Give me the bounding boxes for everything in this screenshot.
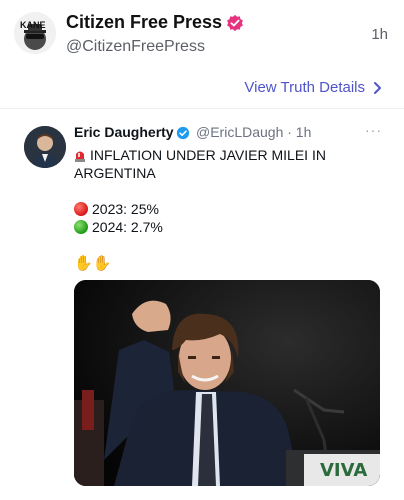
author-avatar[interactable]: KANE <box>14 12 56 54</box>
more-options-icon[interactable]: ··· <box>365 122 382 138</box>
clapping-hands-icon: ✋ <box>74 255 93 272</box>
stat-2024: 2024: 2.7% <box>74 218 163 236</box>
author-name[interactable]: Citizen Free Press <box>66 12 222 33</box>
avatar-logo-text: KANE <box>20 20 46 30</box>
view-details-label: View Truth Details <box>244 79 365 96</box>
stat-2023: 2023: 25% <box>74 200 159 218</box>
view-details-link[interactable]: View Truth Details <box>244 79 382 96</box>
stat-2023-text: 2023: 25% <box>92 201 159 217</box>
verified-badge-icon <box>227 14 243 32</box>
author-handle[interactable]: @CitizenFreePress <box>66 38 205 56</box>
chevron-right-icon <box>374 81 381 94</box>
divider <box>0 108 404 109</box>
red-circle-icon <box>74 202 88 216</box>
headline-text-1: INFLATION UNDER JAVIER MILEI IN <box>90 147 326 163</box>
headline-line-2: ARGENTINA <box>74 165 156 181</box>
quoted-handle-time[interactable]: @EricLDaugh · 1h <box>196 124 311 140</box>
post-time: 1h <box>371 26 388 43</box>
clapping-emoji-row: ✋✋ <box>74 254 111 273</box>
clapping-hands-icon: ✋ <box>92 255 112 272</box>
stat-2024-text: 2024: 2.7% <box>92 219 163 235</box>
green-circle-icon <box>74 220 88 234</box>
verified-check-icon <box>176 126 190 140</box>
headline-line-1: INFLATION UNDER JAVIER MILEI IN <box>74 146 326 164</box>
post-photo[interactable]: VIVA <box>74 280 380 486</box>
siren-icon <box>75 151 85 162</box>
quoted-author-avatar[interactable] <box>24 126 66 168</box>
podium-sign-text: VIVA <box>320 460 368 481</box>
quoted-author-name[interactable]: Eric Daugherty <box>74 124 174 140</box>
